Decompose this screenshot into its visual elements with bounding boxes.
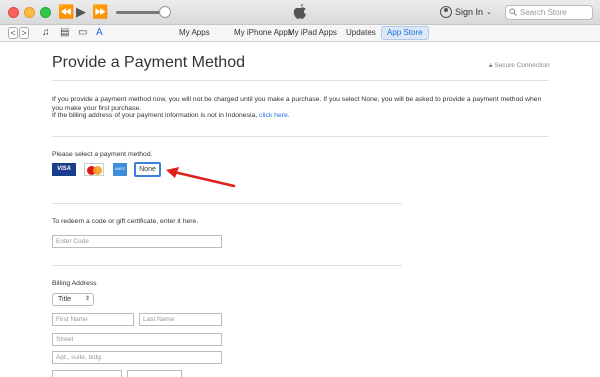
intro-text: If you provide a payment method now, you… [52,96,542,112]
tab-updates[interactable]: Updates [346,27,376,39]
tab-app-store[interactable]: App Store [381,26,429,40]
apple-logo-icon [293,4,306,19]
last-name-field[interactable]: Last Name [139,313,222,326]
click-here-link[interactable]: click here [259,112,288,119]
toolbar: < > ♫ ▤ ▭ A My Apps My iPhone Apps My iP… [0,25,600,42]
divider [52,80,549,81]
zoom-window-button[interactable] [40,7,51,18]
mastercard-orange-circle [93,166,102,175]
divider [52,203,402,204]
minimize-window-button[interactable] [24,7,35,18]
play-icon[interactable]: ▶ [76,4,86,20]
lock-icon: 🔒︎ [489,62,493,69]
red-arrow-annotation [166,167,236,188]
tab-my-ipad-apps[interactable]: My iPad Apps [288,27,337,39]
mastercard-button[interactable] [84,163,104,176]
redeem-code-input[interactable]: Enter Code [52,235,222,248]
page-title: Provide a Payment Method [52,54,245,71]
music-icon[interactable]: ♫ [42,27,50,39]
back-button[interactable]: < [8,27,18,39]
billing-address-heading: Billing Address [52,280,97,287]
apt-suite-field[interactable]: Apt., suite, bldg. [52,351,222,364]
volume-knob[interactable] [159,6,171,18]
sign-in-button[interactable]: Sign In ⌄ [440,5,492,19]
sign-in-label: Sign In [455,7,484,17]
chevron-updown-icon: ⇕ [84,296,90,302]
amex-card-button[interactable]: AMEX [113,163,127,176]
visa-card-button[interactable]: VISA [52,163,76,176]
close-window-button[interactable] [8,7,19,18]
divider [52,136,549,137]
search-placeholder: Search Store [520,8,567,17]
secure-connection-label: 🔒︎ Secure Connection [489,62,550,69]
apps-icon[interactable]: A [96,27,103,39]
city-field[interactable] [52,370,122,377]
redeem-prompt: To redeem a code or gift certificate, en… [52,218,199,225]
first-name-field[interactable]: First Name [52,313,134,326]
divider [52,265,402,266]
title-select[interactable]: Title ⇕ [52,293,94,306]
tab-my-iphone-apps[interactable]: My iPhone Apps [234,27,292,39]
tv-icon[interactable]: ▭ [78,27,87,39]
billing-note: If the billing address of your payment i… [52,112,290,119]
search-icon [509,8,517,16]
chevron-down-icon: ⌄ [486,9,492,16]
title-bar: ⏪ ▶ ⏩ Sign In ⌄ Search Store [0,0,600,25]
forward-button[interactable]: > [19,27,29,39]
tab-my-apps[interactable]: My Apps [179,27,210,39]
street-field[interactable]: Street [52,333,222,346]
search-input[interactable]: Search Store [505,5,593,20]
none-payment-button[interactable]: None [134,162,161,177]
movies-icon[interactable]: ▤ [60,27,69,39]
rewind-icon[interactable]: ⏪ [58,4,74,20]
user-icon [440,6,452,18]
fast-forward-icon[interactable]: ⏩ [92,4,108,20]
payment-method-prompt: Please select a payment method. [52,151,153,158]
state-field[interactable] [127,370,182,377]
